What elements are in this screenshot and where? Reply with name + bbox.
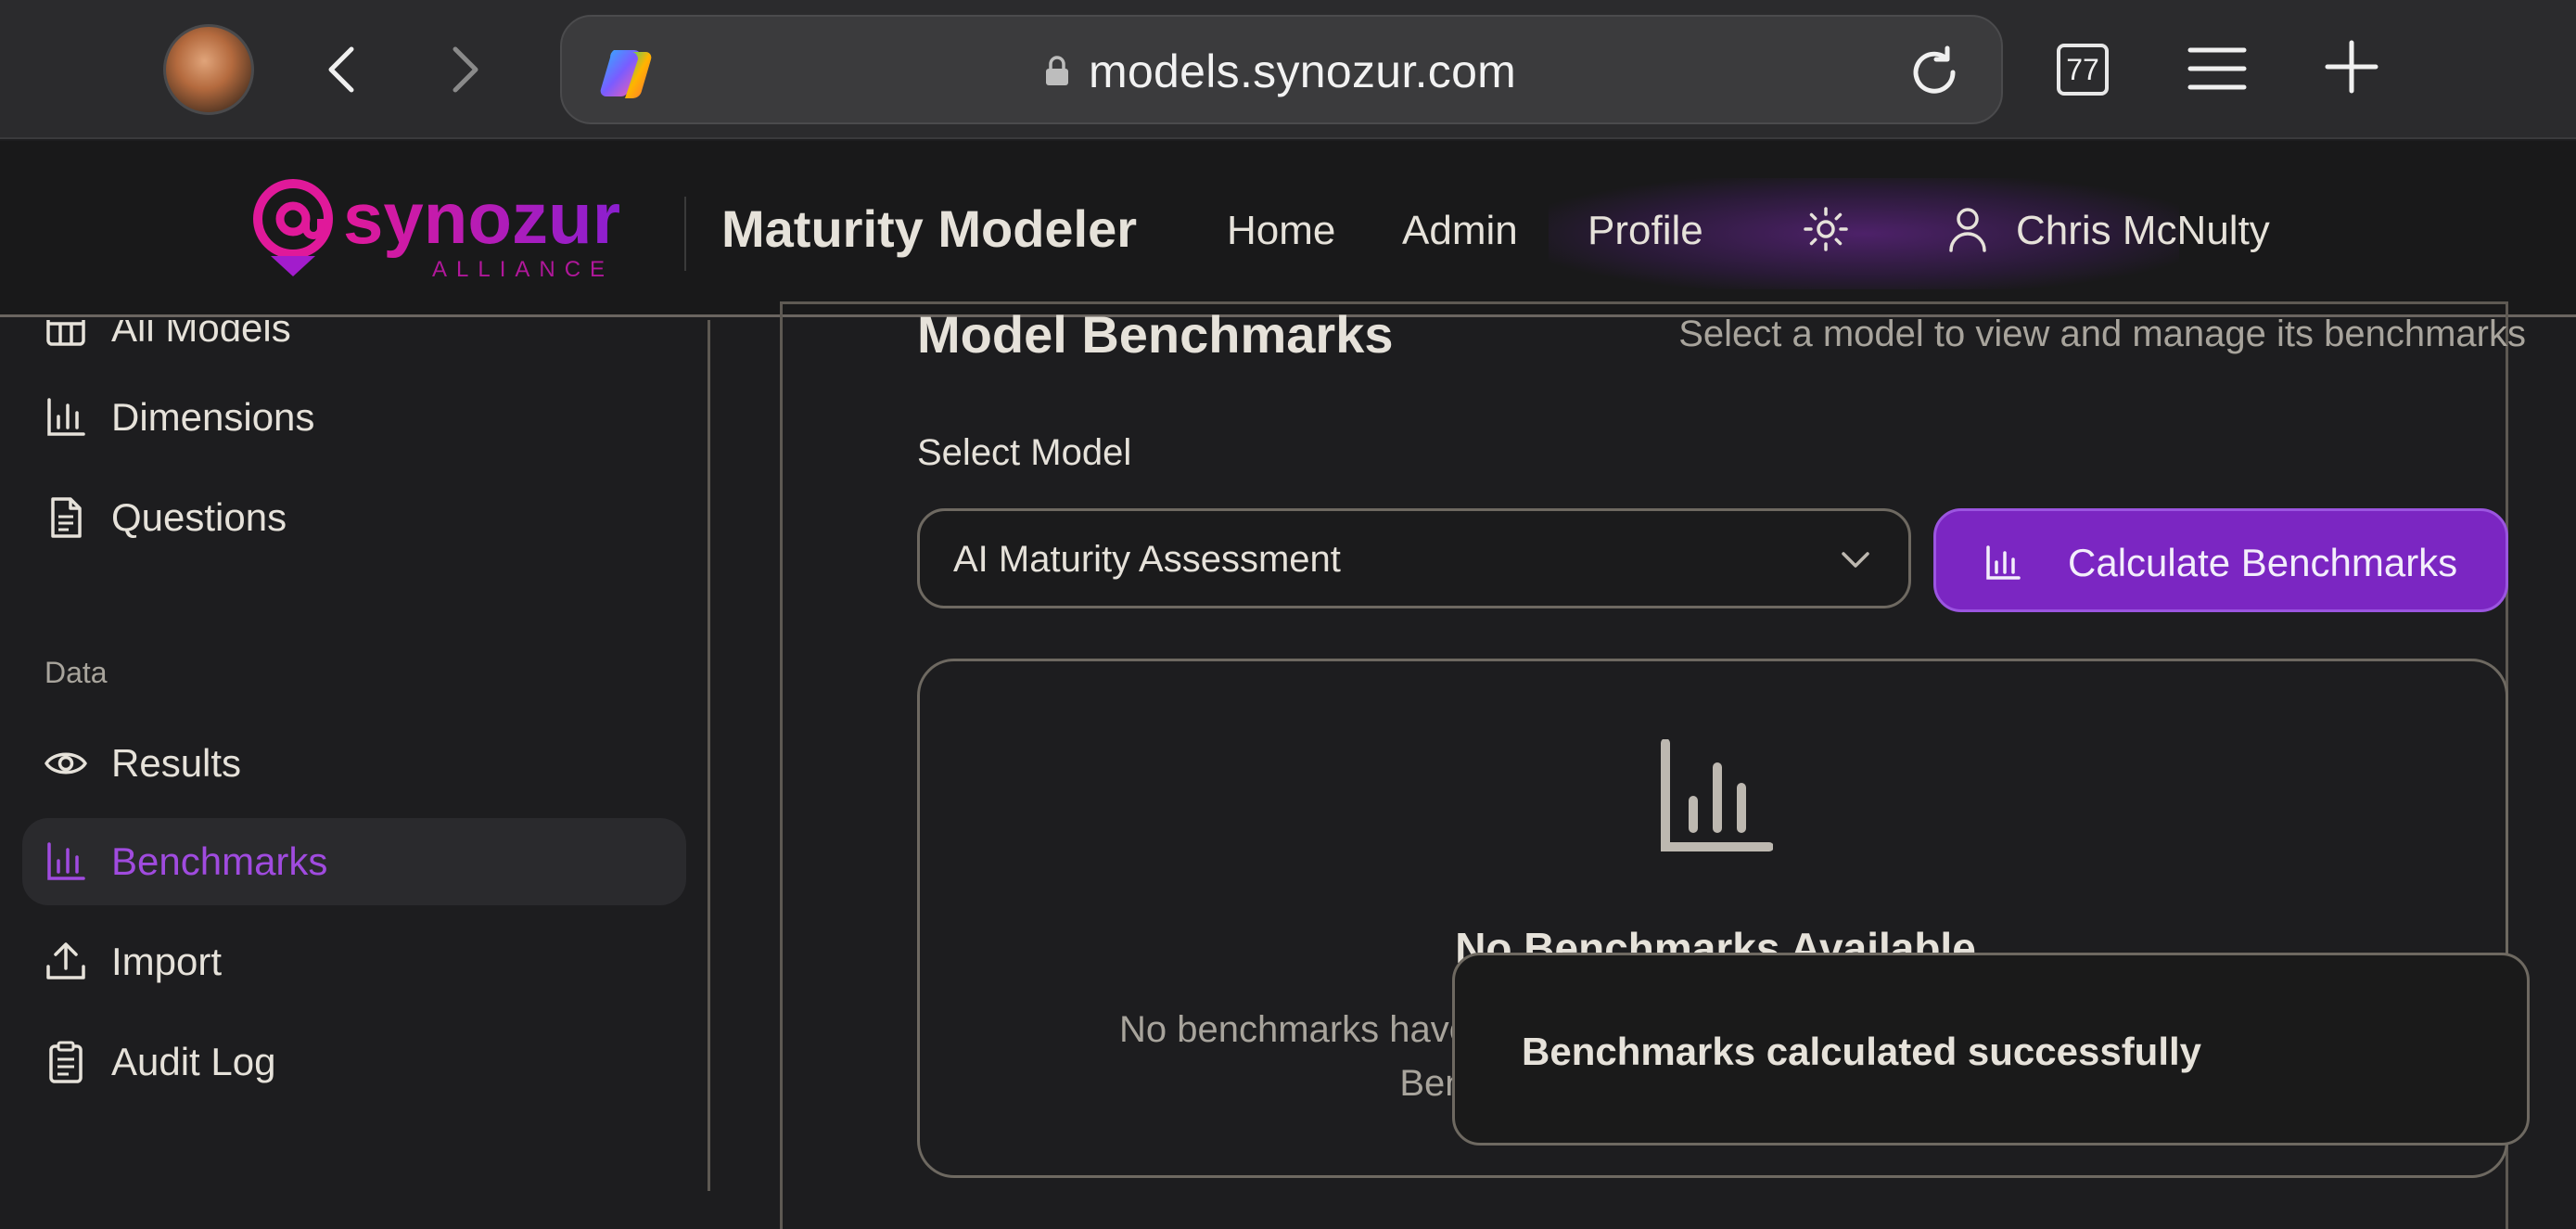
sun-icon[interactable] xyxy=(1803,206,1849,252)
table-icon xyxy=(46,320,85,346)
upload-icon xyxy=(46,942,85,979)
tab-count-button[interactable]: 77 xyxy=(2057,44,2109,96)
eye-icon xyxy=(45,752,87,775)
bar-chart-icon xyxy=(1661,739,1773,851)
url-text[interactable]: models.synozur.com xyxy=(1089,45,1516,98)
calculate-benchmarks-button[interactable]: Calculate Benchmarks xyxy=(1933,508,2508,612)
sidebar-item-label: Benchmarks xyxy=(111,839,328,883)
forward-arrow-icon[interactable] xyxy=(432,37,497,102)
address-bar[interactable]: models.synozur.com xyxy=(560,15,2003,124)
sidebar-item-label: Import xyxy=(111,940,223,983)
sidebar-item-audit-log[interactable]: Audit Log xyxy=(22,1018,686,1106)
profile-avatar[interactable] xyxy=(163,24,254,115)
sidebar-section-data: Data xyxy=(45,656,108,689)
nav-profile[interactable]: Profile xyxy=(1588,208,1703,254)
bar-chart-icon xyxy=(1986,545,2021,580)
reload-icon[interactable] xyxy=(1906,45,1962,100)
document-icon xyxy=(51,497,82,538)
page-subtitle: Select a model to view and manage its be… xyxy=(1678,314,2526,354)
app-header: synozur ALLIANCE Maturity Modeler Home A… xyxy=(0,141,2576,317)
sidebar-item-import[interactable]: Import xyxy=(22,918,686,1005)
sidebar-item-label: Audit Log xyxy=(111,1040,276,1083)
selected-model-value: AI Maturity Assessment xyxy=(953,539,1341,580)
header-divider xyxy=(684,197,686,271)
select-model-label: Select Model xyxy=(917,432,1132,473)
chevron-down-icon xyxy=(1842,552,1869,568)
sidebar-item-label: All Models xyxy=(111,320,291,350)
sidebar-item-label: Questions xyxy=(111,495,287,539)
svg-text:ALLIANCE: ALLIANCE xyxy=(432,257,614,282)
sidebar-item-questions[interactable]: Questions xyxy=(22,474,686,561)
user-name[interactable]: Chris McNulty xyxy=(2016,208,2270,254)
new-tab-plus-icon[interactable] xyxy=(2324,39,2379,95)
lock-icon xyxy=(1046,56,1068,85)
bar-chart-icon xyxy=(47,842,85,880)
clipboard-icon xyxy=(49,1041,83,1083)
sidebar-item-label: Dimensions xyxy=(111,395,315,439)
synozur-logo[interactable]: synozur ALLIANCE xyxy=(250,174,640,284)
sidebar-item-results[interactable]: Results xyxy=(22,720,686,807)
page-title: Model Benchmarks xyxy=(917,305,1394,364)
sidebar-item-label: Results xyxy=(111,741,242,785)
nav-admin[interactable]: Admin xyxy=(1402,208,1518,254)
bar-chart-icon xyxy=(47,398,85,436)
sidebar: All Models Dimensions Questions Data Res… xyxy=(0,320,710,1191)
menu-icon[interactable] xyxy=(2187,43,2248,95)
svg-text:synozur: synozur xyxy=(343,177,620,259)
model-select-dropdown[interactable]: AI Maturity Assessment xyxy=(917,508,1911,608)
sidebar-item-benchmarks[interactable]: Benchmarks xyxy=(22,818,686,905)
nav-home[interactable]: Home xyxy=(1227,208,1335,254)
sidebar-item-dimensions[interactable]: Dimensions xyxy=(22,374,686,461)
copilot-icon[interactable] xyxy=(595,45,660,100)
back-arrow-icon[interactable] xyxy=(310,37,375,102)
calculate-benchmarks-label: Calculate Benchmarks xyxy=(2068,541,2458,584)
success-toast[interactable]: Benchmarks calculated successfully xyxy=(1452,953,2530,1146)
user-icon[interactable] xyxy=(1947,206,1988,252)
app-title[interactable]: Maturity Modeler xyxy=(721,198,1137,259)
browser-toolbar: models.synozur.com 77 xyxy=(0,0,2576,139)
sidebar-item-all-models[interactable]: All Models xyxy=(22,320,686,372)
toast-message: Benchmarks calculated successfully xyxy=(1522,1030,2202,1073)
